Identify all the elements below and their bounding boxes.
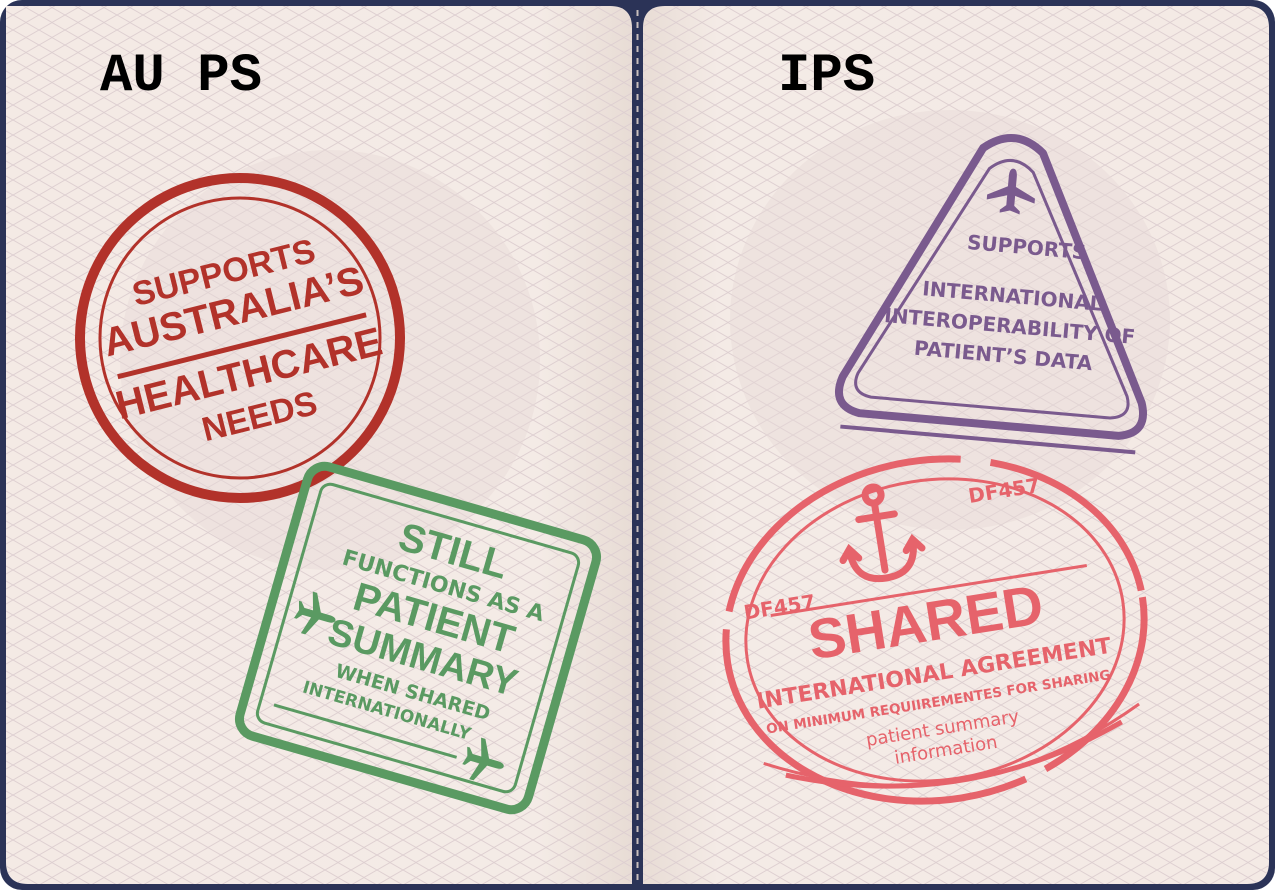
passport-illustration: AU PS IPS SUPPORTS AUSTRALIA’S HEALTHCAR… [0, 0, 1275, 890]
left-page-title: AU PS [100, 46, 262, 107]
passport-spread: AU PS IPS SUPPORTS AUSTRALIA’S HEALTHCAR… [0, 0, 1275, 890]
right-page-title: IPS [778, 46, 875, 107]
